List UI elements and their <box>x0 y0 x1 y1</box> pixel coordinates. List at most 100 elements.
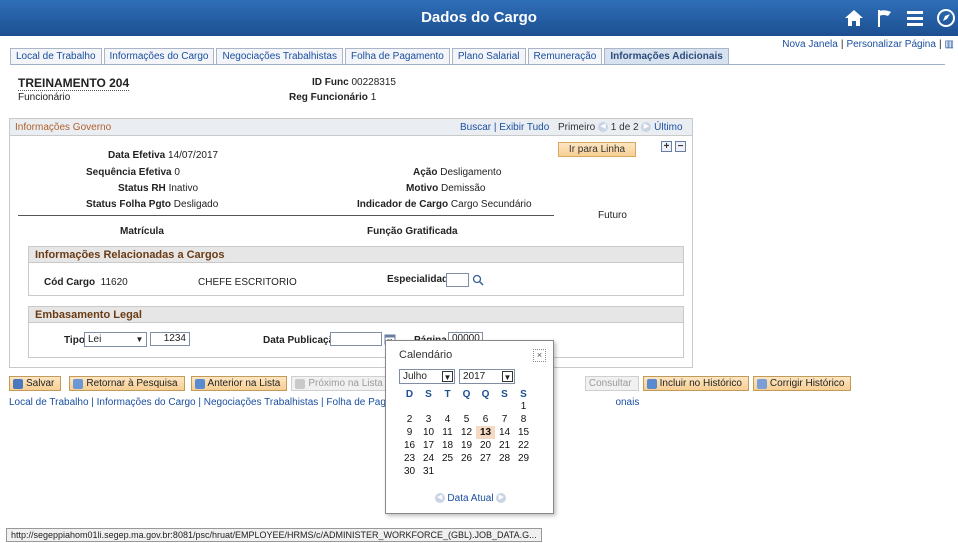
previous-in-list-button[interactable]: Anterior na Lista <box>190 376 288 391</box>
next-month-icon[interactable]: ▶ <box>496 493 507 504</box>
next-row-icon[interactable]: ▶ <box>641 122 652 133</box>
calendar-day[interactable]: 19 <box>457 439 476 452</box>
tab-bar: Local de Trabalho Informações do Cargo N… <box>10 48 729 64</box>
calendar-week-row: 30 31 <box>400 465 533 478</box>
tab-folha-pagamento[interactable]: Folha de Pagamento <box>344 48 450 64</box>
calendar-day[interactable]: 23 <box>400 452 419 465</box>
year-select[interactable]: 2017 ▼ <box>459 369 515 384</box>
calendar-day[interactable]: 15 <box>514 426 533 439</box>
section-title: Informações Governo <box>15 122 112 133</box>
home-icon[interactable] <box>842 6 866 30</box>
calendar-day[interactable]: 14 <box>495 426 514 439</box>
calendar-day[interactable]: 6 <box>476 413 495 426</box>
employee-id: ID Func 00228315 <box>312 77 396 88</box>
calendar-day[interactable]: 10 <box>419 426 438 439</box>
next-in-list-button[interactable]: Próximo na Lista <box>291 376 390 391</box>
year-selected: 2017 <box>463 371 486 382</box>
tab-informacoes-adicionais[interactable]: Informações Adicionais <box>604 48 729 64</box>
today-link[interactable]: Data Atual <box>447 493 493 504</box>
calendar-day[interactable]: 2 <box>400 413 419 426</box>
especialidade-input[interactable] <box>446 273 469 287</box>
calendar-day[interactable]: 5 <box>457 413 476 426</box>
calendar-day[interactable]: 7 <box>495 413 514 426</box>
chevron-down-icon: ▼ <box>502 371 513 382</box>
help-icon[interactable]: ▥ <box>945 39 954 50</box>
calendar-day[interactable]: 9 <box>400 426 419 439</box>
calendar-day[interactable]: 8 <box>514 413 533 426</box>
month-select[interactable]: Julho ▼ <box>399 369 455 384</box>
delete-row-button[interactable]: − <box>675 141 686 152</box>
calendar-day[interactable]: 25 <box>438 452 457 465</box>
calendar-day[interactable]: 16 <box>400 439 419 452</box>
include-history-button[interactable]: Incluir no Histórico <box>642 376 749 391</box>
correct-history-button[interactable]: Corrigir Histórico <box>752 376 852 391</box>
tab-informacoes-cargo[interactable]: Informações do Cargo <box>103 48 215 64</box>
calendar-day[interactable]: 1 <box>514 400 533 413</box>
calendar-day[interactable]: 11 <box>438 426 457 439</box>
show-all-link[interactable]: Exibir Tudo <box>499 122 549 133</box>
consult-button[interactable]: Consultar <box>584 376 639 391</box>
calendar-day[interactable]: 17 <box>419 439 438 452</box>
save-button[interactable]: Salvar <box>9 376 62 391</box>
calendar-day[interactable]: 30 <box>400 465 419 478</box>
calendar-day[interactable]: 18 <box>438 439 457 452</box>
footer-links-part1[interactable]: Local de Trabalho | Informações do Cargo… <box>9 397 447 408</box>
personalize-link[interactable]: Personalizar Página <box>846 39 936 50</box>
tab-local-trabalho[interactable]: Local de Trabalho <box>10 48 102 64</box>
new-window-link[interactable]: Nova Janela <box>782 39 838 50</box>
previous-month-icon[interactable]: ◀ <box>434 493 445 504</box>
navbar-icon[interactable] <box>934 6 958 30</box>
especialidade-label: Especialidade <box>387 274 454 285</box>
first-link[interactable]: Primeiro <box>558 122 595 133</box>
calendar-day[interactable]: 31 <box>419 465 438 478</box>
numero-input[interactable]: 1234 <box>150 332 190 346</box>
calendar-week-row: 2345678 <box>400 413 533 426</box>
calendar-day[interactable]: 26 <box>457 452 476 465</box>
calendar-day[interactable]: 20 <box>476 439 495 452</box>
status-folha-field: Status Folha Pgto Desligado <box>86 199 218 210</box>
calendar-empty-cell <box>476 400 495 413</box>
data-publicacao-input[interactable] <box>330 332 382 346</box>
calendar-empty-cell <box>400 400 419 413</box>
calendar-day[interactable]: 21 <box>495 439 514 452</box>
calendar-day[interactable]: 4 <box>438 413 457 426</box>
include-label: Incluir no Histórico <box>659 378 742 389</box>
save-label: Salvar <box>26 378 55 389</box>
calendar-day[interactable]: 24 <box>419 452 438 465</box>
cargos-title: Informações Relacionadas a Cargos <box>29 247 683 263</box>
flag-icon[interactable] <box>873 6 897 30</box>
add-row-button[interactable]: + <box>661 141 672 152</box>
indicador-value: Cargo Secundário <box>450 199 532 210</box>
calendar-empty-cell <box>419 400 438 413</box>
search-icon[interactable] <box>472 274 484 286</box>
search-link[interactable]: Buscar <box>460 122 491 133</box>
calendar-day[interactable]: 28 <box>495 452 514 465</box>
menu-icon[interactable] <box>903 6 927 30</box>
tab-negociacoes[interactable]: Negociações Trabalhistas <box>216 48 343 64</box>
previous-icon <box>194 378 205 389</box>
data-efetiva-field: Data Efetiva 14/07/2017 <box>108 150 218 161</box>
close-icon[interactable]: × <box>533 349 546 362</box>
calendar-day[interactable]: 22 <box>514 439 533 452</box>
calendar-day[interactable]: 27 <box>476 452 495 465</box>
return-search-button[interactable]: Retornar à Pesquisa <box>69 376 185 391</box>
calendar-day[interactable]: 29 <box>514 452 533 465</box>
goto-row-button[interactable]: Ir para Linha <box>558 142 636 157</box>
header-bar: Dados do Cargo <box>0 0 958 36</box>
previous-row-icon[interactable]: ◀ <box>598 122 609 133</box>
cod-cargo-value: 11620 <box>100 277 128 288</box>
tab-plano-salarial[interactable]: Plano Salarial <box>451 48 526 64</box>
indicador-label: Indicador de Cargo <box>357 199 449 210</box>
calendar-empty-cell <box>476 465 495 478</box>
status-rh-field: Status RH Inativo <box>118 183 198 194</box>
calendar-day[interactable]: 12 <box>457 426 476 439</box>
footer-links-part2[interactable]: onais <box>615 397 639 408</box>
last-link[interactable]: Último <box>654 122 682 133</box>
tab-remuneracao[interactable]: Remuneração <box>527 48 603 64</box>
calendar-day[interactable]: 3 <box>419 413 438 426</box>
tipo-select[interactable]: Lei ▼ <box>84 332 147 347</box>
calendar-day[interactable]: 13 <box>476 426 495 439</box>
weekday-header: D <box>405 388 414 400</box>
cod-cargo-field: Cód Cargo 11620 <box>44 277 128 288</box>
status-folha-label: Status Folha Pgto <box>86 199 171 210</box>
